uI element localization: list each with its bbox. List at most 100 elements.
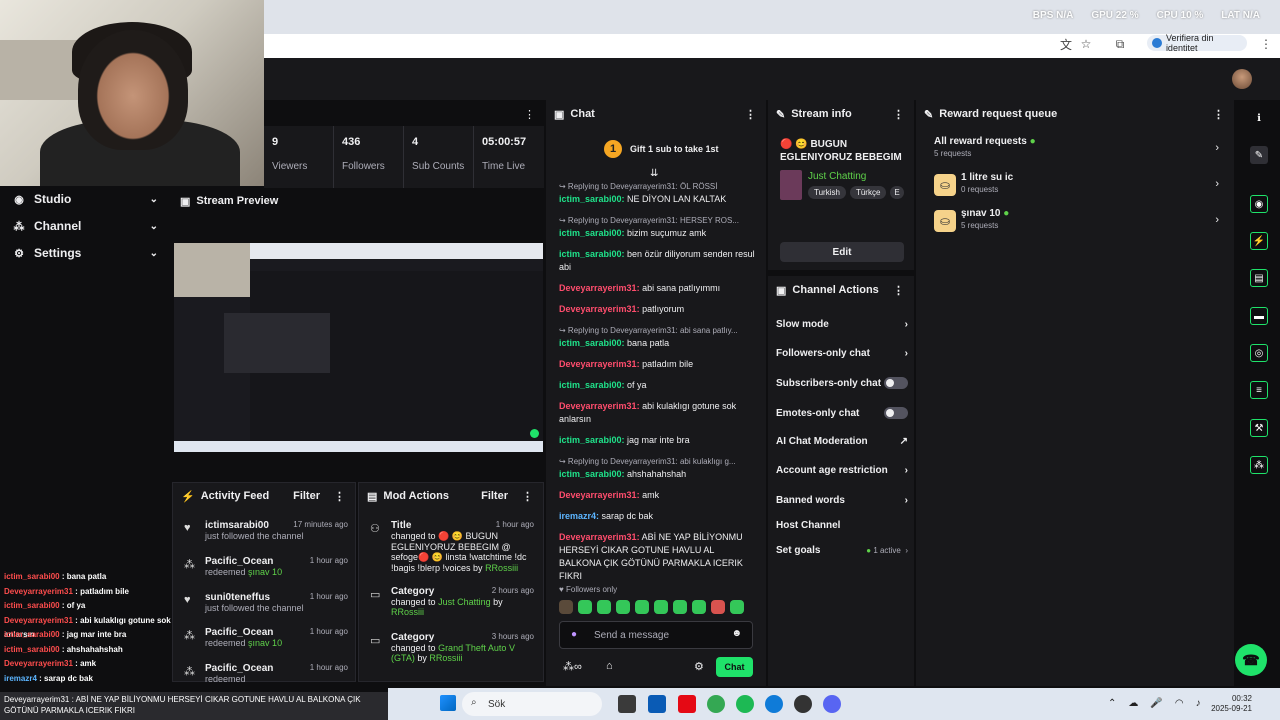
chat-send-button[interactable]: Chat	[716, 657, 753, 677]
activity-filter-button[interactable]: Filter	[293, 490, 320, 502]
activity-menu-icon[interactable]: ⋮	[334, 490, 345, 503]
account-age-row[interactable]: Account age restriction ›	[776, 465, 908, 476]
help-button[interactable]: ☎	[1235, 644, 1267, 676]
list-item[interactable]: ⁂ Pacific_Ocean redeemed şınav 10 1 hour ag…	[180, 556, 348, 577]
perf-stats: BPS N/A GPU 22 % CPU 10 % LAT N/A	[1033, 10, 1260, 21]
channel-icon: ⁂	[13, 220, 25, 233]
chat-icon: ▣	[554, 108, 565, 121]
sidebar-item-channel[interactable]: ⁂ Channel ⌄	[0, 213, 172, 239]
chat-placeholder: Send a message	[594, 629, 670, 641]
chevron-right-icon: ›	[1215, 214, 1219, 226]
set-goals-row[interactable]: Set goals ● 1 active ›	[776, 545, 908, 556]
list-item[interactable]: ⁂ Pacific_Ocean redeemed 1 hour ago	[180, 663, 348, 684]
mod-menu-icon[interactable]: ⋮	[522, 490, 533, 503]
discord-icon[interactable]	[823, 695, 841, 713]
reward-menu-icon[interactable]: ⋮	[1213, 108, 1224, 121]
channel-actions-menu-icon[interactable]: ⋮	[893, 284, 904, 297]
lat-stat: LAT N/A	[1221, 10, 1260, 21]
tag-chip[interactable]: Türkçe	[849, 186, 887, 199]
preview-webcam	[174, 243, 250, 297]
emote-icon[interactable]	[730, 600, 744, 614]
volume-icon[interactable]: ♪	[1196, 698, 1201, 709]
wrench-icon[interactable]: ⚒	[1250, 419, 1268, 437]
chat-message-input[interactable]: ● Send a message ☻	[559, 621, 753, 649]
info-icon[interactable]: ℹ	[1250, 109, 1268, 127]
emote-icon[interactable]	[692, 600, 706, 614]
list-icon[interactable]: ▤	[1250, 269, 1268, 287]
user-avatar[interactable]	[1232, 69, 1252, 89]
edge-icon[interactable]	[765, 695, 783, 713]
browser-menu-icon[interactable]: ⋮	[1258, 36, 1274, 52]
all-rewards-row[interactable]: All reward requests ● 5 requests ›	[934, 136, 1219, 158]
netflix-icon[interactable]	[678, 695, 696, 713]
sidebar-item-settings[interactable]: ⚙ Settings ⌄	[0, 240, 172, 266]
banned-words-row[interactable]: Banned words ›	[776, 495, 908, 506]
chevron-up-icon[interactable]: ⌃	[1108, 698, 1116, 709]
chat-bubble-icon[interactable]: ▬	[1250, 307, 1268, 325]
tag-chip[interactable]: E	[890, 186, 904, 199]
taskview-icon[interactable]	[618, 695, 636, 713]
emote-icon[interactable]	[673, 600, 687, 614]
windows-start-icon[interactable]	[440, 695, 456, 711]
list-item[interactable]: ⚇ Title changed to 🔴 😊 BUGUN EGLENIYORUZ B…	[366, 520, 534, 573]
microphone-icon[interactable]: ●	[571, 629, 577, 640]
ai-moderation-row[interactable]: AI Chat Moderation ↗	[776, 436, 908, 447]
sidebar-item-studio[interactable]: ◉ Studio ⌄	[0, 186, 172, 212]
emoji-icon[interactable]: ☻	[731, 628, 742, 639]
emotes-only-toggle[interactable]	[884, 407, 908, 419]
stats-menu-icon[interactable]: ⋮	[524, 108, 535, 121]
bolt-icon[interactable]: ⚡	[1250, 232, 1268, 250]
subscribers-only-toggle[interactable]	[884, 377, 908, 389]
stack-icon[interactable]: ≡	[1250, 381, 1268, 399]
pinned-icon[interactable]: ⇊	[650, 168, 658, 179]
followers-only-row[interactable]: Followers-only chat ›	[776, 348, 908, 359]
emote-icon[interactable]	[654, 600, 668, 614]
bookmark-star-icon[interactable]: ☆	[1078, 36, 1094, 52]
edit-stream-info-button[interactable]: Edit	[780, 242, 904, 262]
points-icon[interactable]: ⁂∞	[563, 660, 582, 673]
list-item[interactable]: ♥ suni0teneffus just followed the channel 1…	[180, 592, 348, 613]
emote-icon[interactable]	[559, 600, 573, 614]
gear-icon[interactable]: ⚙	[694, 660, 704, 673]
emote-icon[interactable]	[597, 600, 611, 614]
camera-icon[interactable]: ◉	[1250, 195, 1268, 213]
reward-item[interactable]: ⛀ 1 litre su ic 0 requests ›	[934, 172, 1219, 196]
microphone-icon[interactable]: 🎤	[1150, 698, 1162, 709]
emote-icon[interactable]	[616, 600, 630, 614]
spotify-icon[interactable]	[736, 695, 754, 713]
obs-icon[interactable]	[794, 695, 812, 713]
chrome-icon[interactable]	[707, 695, 725, 713]
host-channel-row[interactable]: Host Channel	[776, 520, 908, 531]
taskbar-search[interactable]: ⌕ Sök	[462, 692, 602, 716]
store-app-icon[interactable]	[648, 695, 666, 713]
category-icon: ▭	[370, 635, 381, 647]
emote-icon[interactable]	[578, 600, 592, 614]
extensions-icon[interactable]: ⧉	[1112, 36, 1128, 52]
taskbar-clock[interactable]: 00:32 2025-09-21	[1206, 694, 1252, 714]
cloud-icon[interactable]: ☁	[1128, 698, 1138, 709]
stream-info-menu-icon[interactable]: ⋮	[893, 108, 904, 121]
pencil-icon[interactable]: ✎	[1250, 146, 1268, 164]
chat-menu-icon[interactable]: ⋮	[745, 108, 756, 121]
reward-item[interactable]: ⛀ şınav 10 ● 5 requests ›	[934, 208, 1219, 232]
gift-sub-banner[interactable]: 1 Gift 1 sub to take 1st	[604, 139, 754, 159]
stream-preview-video[interactable]	[174, 243, 543, 452]
verify-identity-button[interactable]: Verifiera din identitet	[1147, 33, 1247, 53]
points-icon[interactable]: ⁂	[1250, 456, 1268, 474]
sidebar: ◉ Studio ⌄ ⁂ Channel ⌄ ⚙ Settings ⌄	[0, 186, 172, 570]
slow-mode-row[interactable]: Slow mode ›	[776, 319, 908, 330]
emote-icon[interactable]	[711, 600, 725, 614]
translate-icon[interactable]: 文	[1058, 36, 1074, 52]
list-item[interactable]: ▭ Category changed to Just Chatting by RRo…	[366, 586, 534, 617]
store-icon[interactable]: ⌂	[606, 660, 613, 672]
list-item[interactable]: ▭ Category changed to Grand Theft Auto V (…	[366, 632, 534, 663]
list-item[interactable]: ⁂ Pacific_Ocean redeemed şınav 10 1 hour ag…	[180, 627, 348, 648]
mod-filter-button[interactable]: Filter	[481, 490, 508, 502]
broadcast-icon[interactable]: ◎	[1250, 344, 1268, 362]
wifi-icon[interactable]: ◠	[1175, 698, 1184, 709]
emote-icon[interactable]	[635, 600, 649, 614]
webcam-overlay	[0, 0, 264, 186]
tag-chip[interactable]: Turkish	[808, 186, 846, 199]
list-item[interactable]: ♥ ictimsarabi00 just followed the channel 1…	[180, 520, 348, 541]
stream-category[interactable]: Just Chatting	[808, 171, 866, 182]
